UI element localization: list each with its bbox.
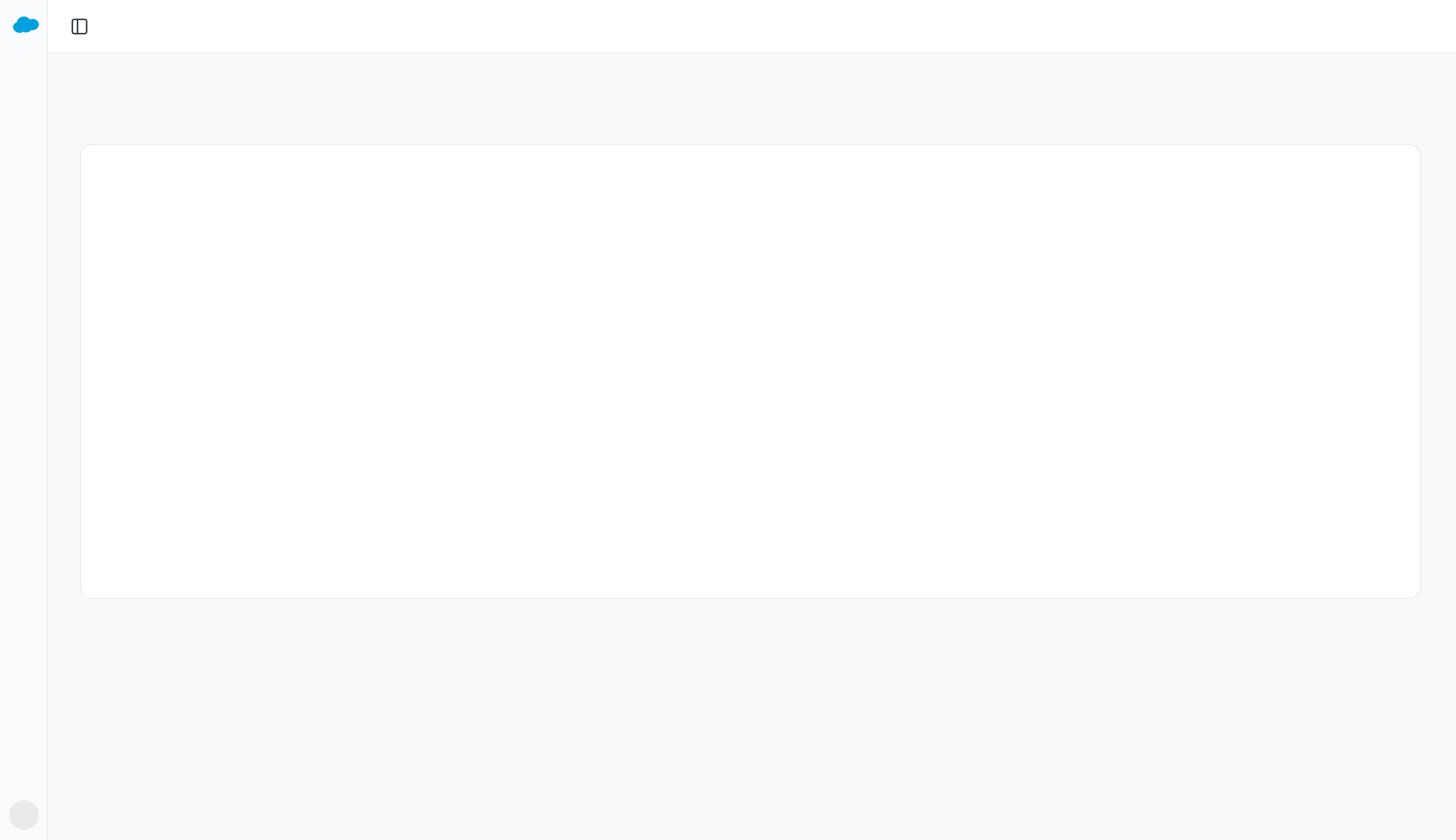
sidebar-toggle-button[interactable] [65,12,93,40]
traffic-chart[interactable] [83,161,1418,594]
cloud-logo-icon[interactable] [6,8,42,40]
sidebar [0,0,48,840]
main-content [48,0,1456,840]
sidebar-bottom [9,800,39,830]
chart-card [80,144,1421,599]
avatar[interactable] [9,800,39,830]
topbar [48,0,1456,53]
panel-left-icon [70,17,89,36]
